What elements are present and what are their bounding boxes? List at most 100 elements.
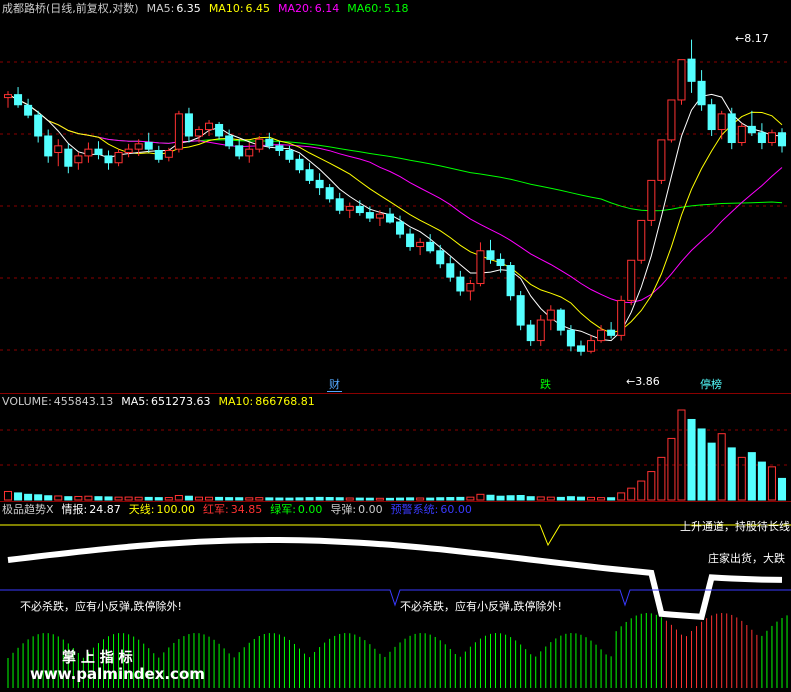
volume-bar <box>335 497 344 501</box>
hongjun-value: 34.85 <box>230 503 263 516</box>
volume-ma10-label: MA10: <box>218 395 254 408</box>
stock-title: 成都路桥(日线,前复权,对数) <box>2 2 139 15</box>
candle-body <box>637 219 646 261</box>
candle-body <box>275 145 284 151</box>
candle-body <box>576 345 585 352</box>
candle-body <box>406 233 415 248</box>
candle-body <box>255 138 264 150</box>
volume-bar <box>637 480 646 501</box>
volume-bar <box>154 497 163 501</box>
volume-bar <box>275 497 284 501</box>
candle-body <box>456 276 465 292</box>
ma20-label: MA20: <box>278 2 313 15</box>
event-marker-tingbang[interactable]: 停榜 <box>698 378 724 391</box>
volume-bar <box>406 497 415 501</box>
candle-body <box>245 148 254 157</box>
volume-bar <box>747 452 756 501</box>
volume-bar <box>144 496 153 501</box>
candle-body <box>476 250 485 285</box>
candle-body <box>586 340 596 352</box>
ma5-value: 6.35 <box>176 2 201 15</box>
annotation-3: 上升通道，持股待长线 <box>680 520 790 533</box>
volume-bar <box>34 494 43 501</box>
candle-body <box>84 148 93 157</box>
daodan-label: 导弹: <box>330 503 357 516</box>
volume-bar <box>44 495 53 501</box>
price-header: 成都路桥(日线,前复权,对数) MA5: 6.35 MA10: 6.45 MA20: 6.1… <box>2 2 416 16</box>
volume-bar <box>566 496 575 501</box>
volume-bar <box>687 418 696 501</box>
volume-bar <box>235 497 244 501</box>
volume-bar <box>717 433 726 501</box>
volume-bar <box>456 496 465 501</box>
low-price-value: 3.86 <box>635 375 660 388</box>
candle-body <box>556 309 565 331</box>
candle-body <box>496 258 505 267</box>
volume-bar <box>104 496 113 501</box>
volume-bar <box>265 497 274 501</box>
volume-value: 455843.13 <box>53 395 114 408</box>
volume-label: VOLUME: <box>2 395 52 408</box>
candle-body <box>365 212 374 219</box>
candle-body <box>325 187 334 200</box>
volume-bar <box>114 496 123 501</box>
ma5-line <box>7 93 783 342</box>
volume-bar <box>396 497 405 501</box>
volume-bar <box>325 497 334 501</box>
candle-body <box>44 135 53 157</box>
tianxian-value: 100.00 <box>156 503 195 516</box>
candle-body <box>315 179 324 189</box>
volume-indicator-separator <box>0 501 791 502</box>
candle-body <box>375 213 384 219</box>
volume-bar <box>516 495 525 501</box>
volume-bar <box>647 471 656 501</box>
tianxian-line <box>0 524 791 547</box>
annotation-4: 庄家出货，大跌 <box>708 552 785 565</box>
volume-bar <box>285 497 294 501</box>
candle-body <box>737 125 746 144</box>
volume-bar <box>194 496 204 501</box>
tianxian-label: 天线: <box>128 503 155 516</box>
candle-body <box>647 179 656 221</box>
volume-bar <box>184 495 193 501</box>
volume-bar <box>777 477 787 501</box>
volume-bar <box>164 497 173 501</box>
candle-body <box>526 324 535 342</box>
volume-bar <box>496 495 505 501</box>
candle-body <box>205 122 214 131</box>
volume-bar <box>305 497 314 501</box>
candle-body <box>295 158 304 171</box>
candle-body <box>3 94 13 99</box>
volume-header: VOLUME: 455843.13 MA5: 651273.63 MA10: 866768… <box>2 395 323 409</box>
candle-body <box>717 113 726 131</box>
ma60-line <box>7 94 783 212</box>
candle-body <box>416 241 425 248</box>
volume-bar <box>767 466 776 501</box>
indicator-header: 极品趋势X 情报: 24.87 天线: 100.00 红军: 34.85 绿军: 0.00 导弹:… <box>2 503 480 517</box>
volume-bar <box>84 495 93 501</box>
candle-body <box>64 148 73 167</box>
ma5-label: MA5: <box>146 2 175 15</box>
watermark-url: www.palmindex.com <box>30 665 205 683</box>
volume-bar <box>315 496 324 501</box>
volume-bar <box>556 496 565 501</box>
candle-body <box>285 149 294 160</box>
candle-body <box>164 149 173 158</box>
candle-body <box>747 125 756 134</box>
volume-bar <box>64 496 73 501</box>
candle-body <box>727 113 736 144</box>
volume-bar <box>466 496 475 501</box>
volume-bar <box>24 493 33 501</box>
candle-body <box>225 135 234 147</box>
volume-bar <box>54 495 63 501</box>
price-volume-separator <box>0 393 791 394</box>
event-marker-cai[interactable]: 财 <box>327 378 342 392</box>
volume-bar <box>546 496 555 501</box>
event-marker-die[interactable]: 跌 <box>538 378 553 391</box>
candle-body <box>124 148 133 154</box>
candle-body <box>677 59 686 101</box>
candle-body <box>707 104 716 131</box>
candle-body <box>265 138 274 147</box>
qingbao-label: 情报: <box>61 503 88 516</box>
volume-bar <box>737 456 746 501</box>
